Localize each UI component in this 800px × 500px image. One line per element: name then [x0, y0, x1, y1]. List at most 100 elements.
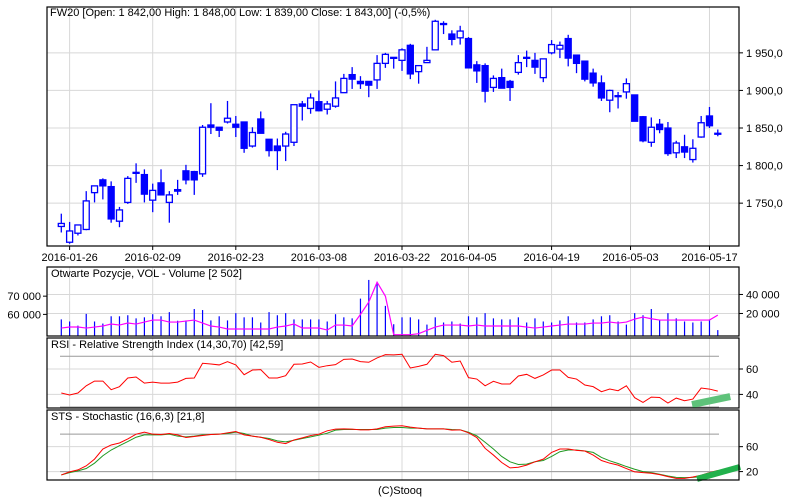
candle-down: [240, 121, 248, 149]
sts-projection-band: [696, 463, 742, 482]
candle-down: [464, 37, 473, 69]
x-tick-label: 2016-04-19: [523, 252, 579, 264]
candle-up: [223, 117, 232, 123]
candle-down: [232, 123, 240, 128]
sts-k-line: [61, 425, 718, 479]
candle-up: [398, 49, 406, 62]
oi-y-tick-label: 60 000: [7, 309, 41, 321]
candle-up: [423, 59, 431, 64]
candle-up: [414, 64, 423, 73]
price-y-tick-label: 1 800,0: [746, 161, 783, 173]
rsi-y-tick-label: 60: [746, 364, 758, 376]
price-y-tick-label: 1 750,0: [746, 198, 783, 210]
candle-up: [82, 200, 90, 231]
candle-up: [556, 44, 564, 50]
sts-y-tick-label: 60: [746, 442, 758, 454]
candle-down: [315, 101, 323, 112]
volume-y-tick-label: 40 000: [746, 289, 780, 301]
candle-down: [273, 145, 282, 152]
candle-up: [547, 43, 556, 54]
price-panel-title: FW20 [Open: 1 842,00 High: 1 848,00 Low:…: [50, 7, 431, 19]
candle-up: [74, 224, 82, 234]
candle-down: [348, 73, 356, 80]
candle-up: [614, 95, 622, 98]
candle-down: [506, 80, 514, 89]
sts-panel-title: STS - Stochastic (16,6,3) [21,8]: [51, 411, 205, 423]
candle-down: [157, 182, 165, 196]
open-interest-line: [61, 280, 719, 336]
candle-up: [290, 104, 298, 143]
x-tick-label: 2016-02-09: [125, 252, 181, 264]
x-tick-label: 2016-03-08: [291, 252, 347, 264]
candle-down: [356, 80, 365, 85]
candle-up: [115, 209, 124, 222]
candle-down: [215, 126, 223, 131]
candle-up: [90, 185, 99, 194]
candle-up: [672, 142, 680, 154]
price-y-tick-label: 1 950,0: [746, 48, 783, 60]
candle-up: [689, 147, 697, 161]
candle-down: [265, 138, 273, 152]
candle-down: [140, 173, 149, 195]
candle-down: [107, 185, 115, 220]
volume-y-tick-label: 20 000: [746, 308, 780, 320]
x-tick-label: 2016-05-17: [681, 252, 737, 264]
candle-down: [190, 170, 198, 181]
candle-up: [124, 177, 132, 204]
candle-up: [622, 83, 631, 93]
candle-up: [340, 77, 348, 94]
candle-down: [448, 33, 456, 40]
candle-up: [132, 171, 140, 174]
x-tick-label: 2016-01-26: [41, 252, 97, 264]
rsi-line: [61, 353, 718, 404]
candle-up: [489, 77, 498, 89]
candle-down: [498, 76, 506, 89]
candle-up: [57, 222, 65, 228]
candle-down: [182, 170, 190, 181]
sts-d-line: [61, 426, 718, 479]
candle-up: [248, 131, 257, 147]
x-tick-label: 2016-05-03: [602, 252, 658, 264]
footer-copyright: (C)Stooq: [377, 485, 423, 497]
candle-up: [523, 56, 531, 60]
candle-up: [390, 56, 398, 60]
candle-up: [198, 126, 207, 175]
candle-down: [481, 64, 489, 92]
rsi-y-tick-label: 40: [746, 389, 758, 401]
candle-up: [165, 194, 173, 204]
candle-down: [173, 188, 182, 192]
candle-down: [597, 82, 606, 99]
candle-down: [664, 127, 672, 155]
oi-y-tick-label: 70 000: [7, 291, 41, 303]
candle-up: [149, 189, 157, 201]
candle-down: [207, 124, 215, 128]
candle-down: [589, 72, 597, 84]
x-tick-label: 2016-04-05: [440, 252, 496, 264]
sts-y-tick-label: 20: [746, 467, 758, 479]
x-tick-label: 2016-03-22: [374, 252, 430, 264]
candle-down: [639, 116, 647, 142]
candle-up: [323, 103, 331, 110]
candle-down: [572, 54, 581, 65]
candle-down: [365, 80, 373, 86]
candle-down: [439, 22, 448, 26]
candle-down: [99, 179, 107, 187]
candle-down: [298, 103, 306, 107]
candle-up: [431, 20, 439, 51]
candle-up: [282, 133, 290, 147]
candle-down: [655, 123, 664, 131]
candle-down: [257, 118, 265, 134]
candle-down: [631, 94, 639, 122]
candle-up: [306, 97, 315, 110]
candle-up: [456, 30, 464, 39]
candle-up: [714, 132, 722, 135]
candle-down: [680, 146, 689, 153]
candle-up: [539, 58, 547, 79]
candle-up: [381, 53, 390, 65]
volume-panel-title: Otwarte Pozycje, VOL - Volume [2 502]: [51, 268, 242, 280]
chart-canvas: 2016-01-26 2016-02-09 2016-02-23 2016-03-08…: [7, 6, 783, 482]
candle-down: [473, 64, 481, 72]
rsi-projection-band: [691, 393, 731, 408]
price-y-tick-label: 1 850,0: [746, 123, 783, 135]
candle-up: [697, 122, 705, 138]
